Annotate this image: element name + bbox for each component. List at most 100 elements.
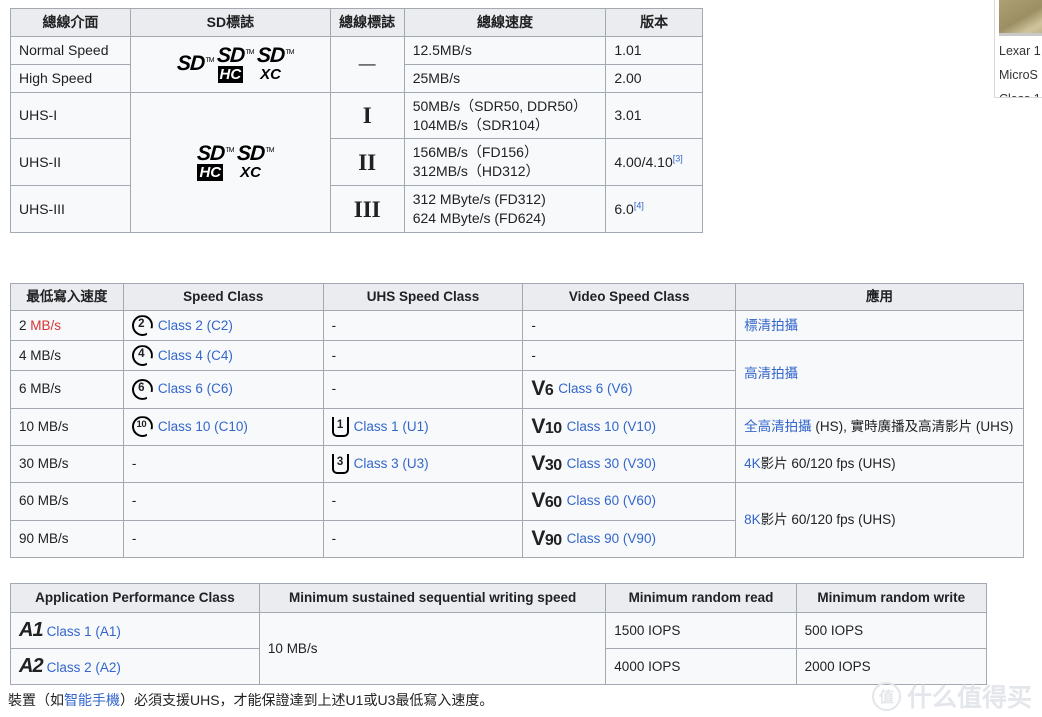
bus-mark-i: I xyxy=(329,91,405,140)
reference-link-4[interactable]: [4] xyxy=(634,200,644,210)
speed-class-c2: 2 Class 2 (C2) xyxy=(122,310,324,342)
video-class-label[interactable]: Class 90 (V90) xyxy=(567,530,656,548)
min-write-90: 90 MB/s xyxy=(10,519,124,558)
video-class-none: - xyxy=(522,340,737,372)
speed-class-none: - xyxy=(122,482,324,521)
application-link[interactable]: 高清拍攝 xyxy=(744,366,798,381)
app-class-a1: A1 Class 1 (A1) xyxy=(10,612,260,650)
version-1-01: 1.01 xyxy=(605,35,703,65)
min-write-6: 6 MB/s xyxy=(10,370,124,409)
application-hd: 高清拍攝 xyxy=(735,340,1024,409)
speed-class-c6: 6 Class 6 (C6) xyxy=(122,370,324,409)
application-4k: 4K影片 60/120 fps (UHS) xyxy=(735,444,1024,484)
application-link[interactable]: 標清拍攝 xyxy=(744,318,798,333)
video-class-v60: V60 Class 60 (V60) xyxy=(522,482,737,521)
speed-class-label[interactable]: Class 2 (C2) xyxy=(158,317,233,335)
bus-mark-ii: II xyxy=(329,138,405,187)
sdxc-logo-icon: SD TM XC xyxy=(256,43,294,83)
application-link[interactable]: 4K xyxy=(744,456,761,471)
bus-interface-uhs-iii: UHS-III xyxy=(9,185,132,234)
speed-class-6-icon: 6 xyxy=(131,378,153,400)
sd-logo-group-bottom: SD TM HC SD TM XC xyxy=(130,91,331,234)
bus-speed-uhs-iii: 312 MByte/s (FD312) 624 MByte/s (FD624) xyxy=(403,185,607,234)
footnote-link-smartphone[interactable]: 智能手機 xyxy=(64,692,120,708)
product-line-3: Class 1 xyxy=(999,90,1042,97)
min-write-unit: MB/s xyxy=(30,347,62,363)
footnote-part1: 裝置（如 xyxy=(8,692,64,708)
app-class-label[interactable]: Class 2 (A2) xyxy=(47,660,121,675)
product-thumbnail xyxy=(999,0,1042,36)
table-row: 30 MB/s - 3 Class 3 (U3) V30 Class 30 (V… xyxy=(10,444,1024,484)
col-header-bus-mark: 總線標誌 xyxy=(329,8,405,37)
table-header-row: Application Performance Class Minimum su… xyxy=(10,582,988,614)
video-class-label[interactable]: Class 60 (V60) xyxy=(567,492,656,510)
video-class-60-icon: V60 xyxy=(531,489,562,513)
video-class-label[interactable]: Class 6 (V6) xyxy=(558,380,632,398)
min-write-unit[interactable]: MB/s xyxy=(30,318,61,333)
bus-mark-none: — xyxy=(329,35,405,93)
speed-class-2-icon: 2 xyxy=(131,315,153,337)
application-8k: 8K影片 60/120 fps (UHS) xyxy=(735,482,1024,558)
bus-speed-uhs-ii: 156MB/s（FD156） 312MB/s（HD312） xyxy=(403,138,607,187)
uhs-class-label[interactable]: Class 3 (U3) xyxy=(354,455,429,473)
app-class-a1-icon: A1 xyxy=(19,619,44,642)
bus-interface-uhs-i: UHS-I xyxy=(9,91,132,140)
speed-class-4-icon: 4 xyxy=(131,345,153,367)
video-class-30-icon: V30 xyxy=(531,451,562,475)
application-link[interactable]: 全高清拍攝 xyxy=(744,419,812,434)
col-header-application: 應用 xyxy=(735,282,1024,312)
sdhc-logo-icon: SD TM HC xyxy=(216,43,254,83)
video-class-10-icon: V10 xyxy=(531,414,562,438)
min-write-unit: MB/s xyxy=(37,418,69,434)
video-class-label[interactable]: Class 30 (V30) xyxy=(567,455,656,473)
col-header-min-random-read: Minimum random read xyxy=(605,582,797,614)
col-header-min-write-speed: 最低寫入速度 xyxy=(10,282,124,312)
page-root: 總線介面 SD標誌 總線標誌 總線速度 版本 Normal Speed SD TM… xyxy=(0,0,1042,717)
sdhc-logo-icon: SD TM HC xyxy=(195,141,234,181)
min-write-unit: MB/s xyxy=(37,493,69,509)
app-performance-class-table: Application Performance Class Minimum su… xyxy=(10,582,988,686)
uhs-class-none: - xyxy=(322,519,524,558)
col-header-bus-speed: 總線速度 xyxy=(403,8,607,37)
table-row: A1 Class 1 (A1) 10 MB/s 1500 IOPS 500 IOP… xyxy=(10,612,988,686)
application-link[interactable]: 8K xyxy=(744,512,761,527)
speed-class-c10: 10 Class 10 (C10) xyxy=(122,407,324,446)
col-header-uhs-speed-class: UHS Speed Class xyxy=(322,282,524,312)
video-class-v90: V90 Class 90 (V90) xyxy=(522,519,737,558)
col-header-app-perf-class: Application Performance Class xyxy=(10,582,260,614)
table-row: UHS-II II 156MB/s（FD156） 312MB/s（HD312） … xyxy=(9,138,703,187)
footnote-part2: ）必須支援UHS，才能保證達到上述U1或U3最低寫入速度。 xyxy=(120,692,494,708)
table-row: 10 MB/s 10 Class 10 (C10) 1 Class 1 (U1) xyxy=(10,407,1024,446)
product-card[interactable]: Lexar 1 MicroS Class 1 xyxy=(994,0,1042,98)
speed-class-label[interactable]: Class 6 (C6) xyxy=(158,380,233,398)
bus-interface-high-speed: High Speed xyxy=(9,63,132,93)
reference-link-3[interactable]: [3] xyxy=(673,153,683,163)
random-read-a2: 4000 IOPS xyxy=(605,648,797,686)
bus-interface-table: 總線介面 SD標誌 總線標誌 總線速度 版本 Normal Speed SD TM… xyxy=(9,8,703,234)
video-class-90-icon: V90 xyxy=(531,526,562,550)
video-class-label[interactable]: Class 10 (V10) xyxy=(567,418,656,436)
table-row: 60 MB/s - - V60 Class 60 (V60) 8K影片 60/1… xyxy=(10,482,1024,558)
speed-class-c4: 4 Class 4 (C4) xyxy=(122,340,324,372)
random-read-a1: 1500 IOPS xyxy=(605,612,797,650)
video-class-v6: V6 Class 6 (V6) xyxy=(522,370,737,409)
bus-mark-iii: III xyxy=(329,185,405,234)
uhs-class-label[interactable]: Class 1 (U1) xyxy=(354,418,429,436)
speed-class-none: - xyxy=(122,444,324,484)
table-row: 4 MB/s 4 Class 4 (C4) - - 高清拍攝 xyxy=(10,340,1024,409)
uhs-class-u1: 1 Class 1 (U1) xyxy=(322,407,524,446)
table-row: Normal Speed SD TM SD TM HC SD TM XC — 1… xyxy=(9,35,703,93)
min-write-30: 30 MB/s xyxy=(10,444,124,484)
col-header-sd-logo: SD標誌 xyxy=(130,8,331,37)
app-class-label[interactable]: Class 1 (A1) xyxy=(47,624,121,639)
bus-speed-uhs-i: 50MB/s（SDR50, DDR50） 104MB/s（SDR104） xyxy=(403,91,607,140)
sd-logo-group-top: SD TM SD TM HC SD TM XC xyxy=(130,35,331,93)
sustained-write-speed: 10 MB/s xyxy=(258,612,607,686)
col-header-min-random-write: Minimum random write xyxy=(795,582,988,614)
min-write-unit: MB/s xyxy=(37,530,69,546)
uhs-class-none: - xyxy=(322,340,524,372)
speed-class-label[interactable]: Class 10 (C10) xyxy=(158,418,248,436)
table-header-row: 最低寫入速度 Speed Class UHS Speed Class Video… xyxy=(10,282,1024,312)
table-row: UHS-III III 312 MByte/s (FD312) 624 MByt… xyxy=(9,185,703,234)
speed-class-label[interactable]: Class 4 (C4) xyxy=(158,347,233,365)
